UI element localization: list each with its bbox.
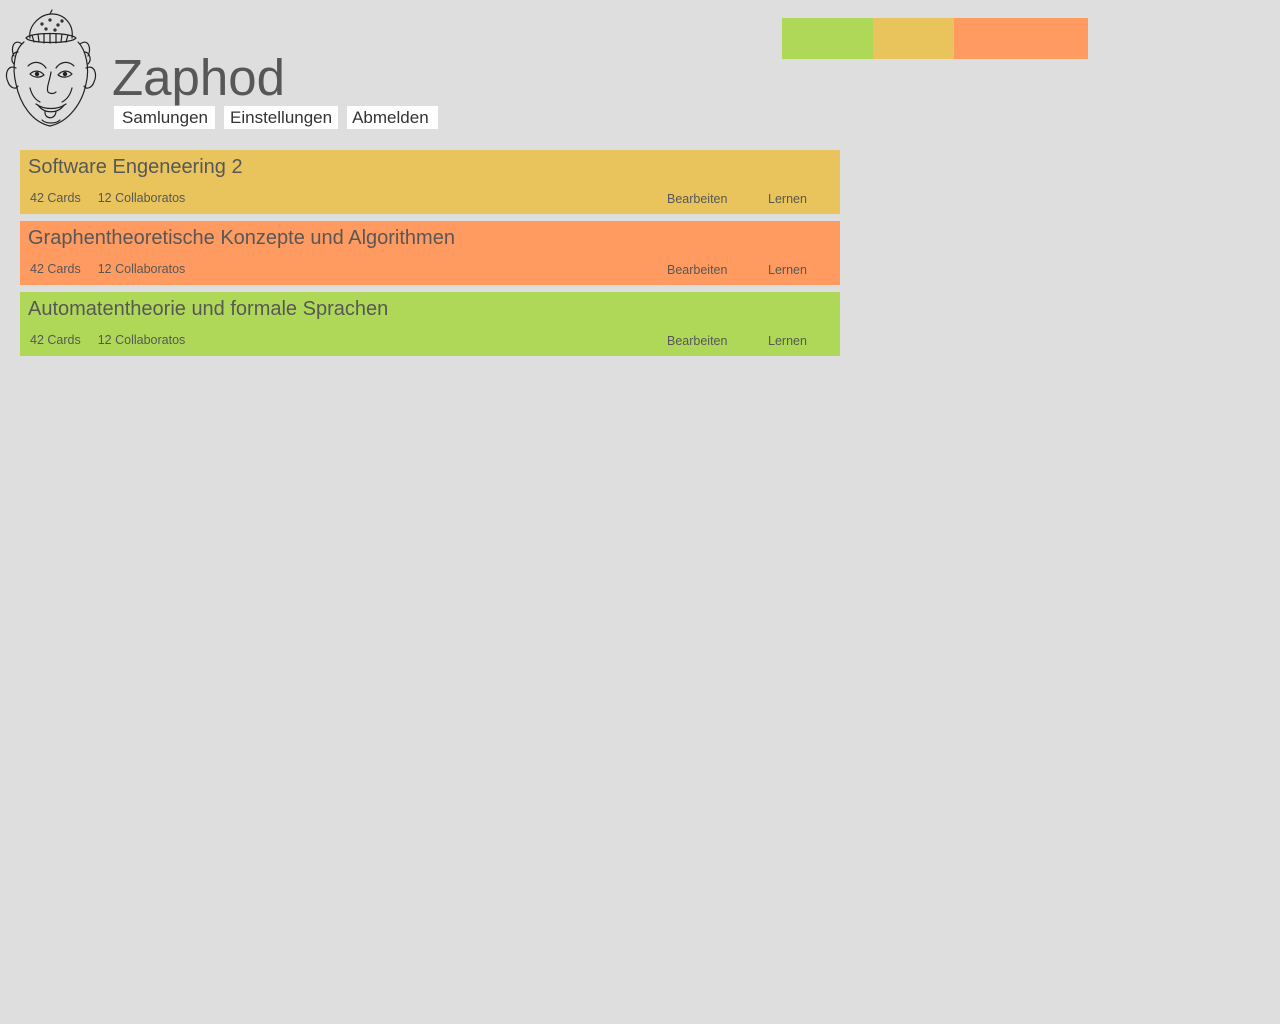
swatch-yellow[interactable] [873,18,954,59]
card-count: 42 Cards [30,191,81,205]
learn-button[interactable]: Lernen [768,191,807,207]
learn-button[interactable]: Lernen [768,262,807,278]
collaborator-count: 12 Collaboratos [97,191,186,205]
collection-title[interactable]: Software Engeneering 2 [28,154,243,180]
main-nav: Samlungen Einstellungen Abmelden [114,106,438,129]
edit-button[interactable]: Bearbeiten [667,191,727,207]
collection-meta: 42 Cards 12 Collaboratos [30,332,185,348]
page: Zaphod Samlungen Einstellungen Abmelden … [0,0,1280,1024]
collaborator-count: 12 Collaboratos [97,262,186,276]
collection-item: Graphentheoretische Konzepte und Algorit… [20,221,840,285]
nav-item-einstellungen[interactable]: Einstellungen [224,106,339,129]
nav-item-samlungen[interactable]: Samlungen [114,106,216,129]
card-count: 42 Cards [30,333,81,347]
collection-meta: 42 Cards 12 Collaboratos [30,261,185,277]
color-swatches [782,18,1088,59]
collaborator-count: 12 Collaboratos [97,333,186,347]
collection-title[interactable]: Automatentheorie und formale Sprachen [28,296,388,322]
collection-meta: 42 Cards 12 Collaboratos [30,190,185,206]
swatch-green[interactable] [782,18,873,59]
zaphod-head-logo[interactable] [0,8,100,132]
collection-item: Software Engeneering 2 42 Cards 12 Colla… [20,150,840,214]
collection-title[interactable]: Graphentheoretische Konzepte und Algorit… [28,225,455,251]
card-count: 42 Cards [30,262,81,276]
collection-item: Automatentheorie und formale Sprachen 42… [20,292,840,356]
collection-list: Software Engeneering 2 42 Cards 12 Colla… [20,150,840,363]
app-title: Zaphod [112,49,285,106]
learn-button[interactable]: Lernen [768,333,807,349]
swatch-orange[interactable] [954,18,1088,59]
zaphod-head-icon [5,9,97,127]
edit-button[interactable]: Bearbeiten [667,333,727,349]
nav-item-abmelden[interactable]: Abmelden [347,106,438,129]
edit-button[interactable]: Bearbeiten [667,262,727,278]
